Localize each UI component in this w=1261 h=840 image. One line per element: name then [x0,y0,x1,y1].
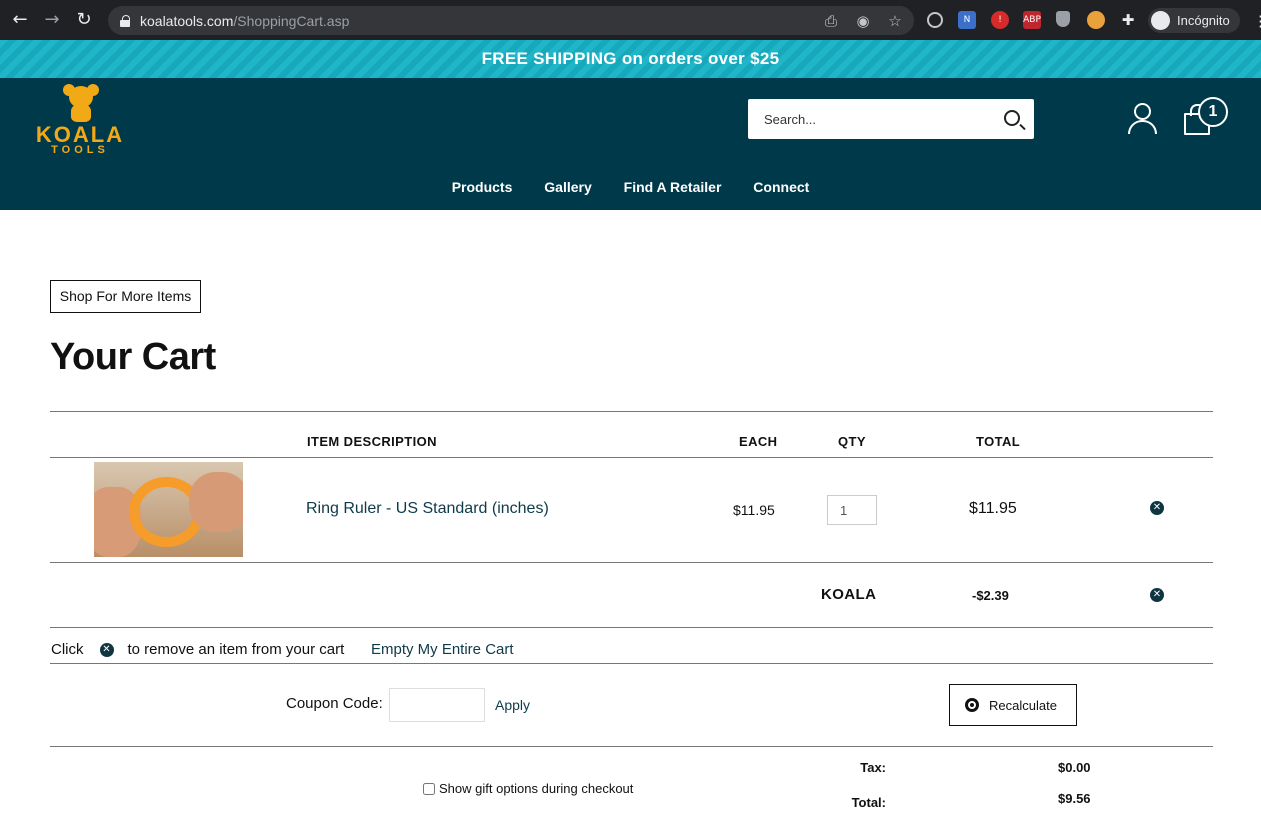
help-prefix: Click [51,641,84,658]
cart-count-badge[interactable]: 1 [1198,97,1228,127]
remove-coupon-icon[interactable]: ✕ [1150,588,1164,602]
coupon-code-input[interactable] [389,688,485,722]
column-header-qty: QTY [838,434,866,449]
nav-products[interactable]: Products [452,179,513,195]
eye-off-icon[interactable]: ◉ [854,12,872,30]
recalculate-label: Recalculate [989,697,1057,713]
translate-icon[interactable]: ⎙ [822,12,840,30]
column-header-description: ITEM DESCRIPTION [307,434,437,449]
lock-icon [120,14,130,27]
page-title: Your Cart [50,336,216,378]
free-shipping-banner: FREE SHIPPING on orders over $25 [0,40,1261,78]
search-input[interactable] [748,99,988,139]
column-header-each: EACH [739,434,778,449]
bookmark-star-icon[interactable]: ☆ [886,12,904,30]
search-icon[interactable] [1004,110,1020,126]
empty-cart-link[interactable]: Empty My Entire Cart [371,641,514,658]
gift-options-label: Show gift options during checkout [439,781,634,796]
remove-item-icon[interactable]: ✕ [1150,501,1164,515]
forward-icon[interactable]: → [40,8,64,32]
coupon-code-label: Coupon Code: [286,695,383,712]
item-unit-price: $11.95 [733,502,775,518]
divider [50,746,1213,747]
incognito-label: Incógnito [1177,13,1230,28]
remove-example-icon: ✕ [99,642,114,657]
extension-news-icon[interactable]: N [958,11,976,29]
help-suffix: to remove an item from your cart [127,641,345,658]
gift-options-option[interactable]: Show gift options during checkout [423,781,633,796]
nav-gallery[interactable]: Gallery [544,179,591,195]
koala-tools-logo[interactable]: KOALA TOOLS [30,84,130,156]
browser-toolbar: ← → ↻ koalatools.com/ShoppingCart.asp ⎙ … [0,0,1261,40]
remove-help-text: Click ✕ to remove an item from your cart [51,641,344,658]
column-header-total: TOTAL [976,434,1021,449]
logo-subword: TOOLS [51,144,109,156]
shop-more-button[interactable]: Shop For More Items [50,280,201,313]
back-icon[interactable]: ← [8,8,32,32]
main-nav: Products Gallery Find A Retailer Connect [0,179,1261,195]
tax-value: $0.00 [1058,760,1091,775]
address-bar[interactable]: koalatools.com/ShoppingCart.asp ⎙ ◉ ☆ [108,6,914,35]
shield-icon[interactable] [1056,11,1070,27]
puzzle-icon[interactable]: ✚ [1119,11,1137,29]
divider [50,457,1213,458]
divider [50,562,1213,563]
quantity-input[interactable] [827,495,877,525]
recalculate-icon [965,698,979,712]
extension-face-icon[interactable] [1087,11,1105,29]
total-label: Total: [851,795,886,810]
divider [50,663,1213,664]
item-name-link[interactable]: Ring Ruler - US Standard (inches) [306,500,549,518]
coupon-discount-amount: -$2.39 [972,588,1009,603]
browser-menu-icon[interactable]: ⋮ [1253,12,1261,30]
search-box [748,99,1034,139]
gift-options-checkbox[interactable] [423,782,435,795]
extension-red-icon[interactable]: ! [991,11,1009,29]
total-value: $9.56 [1058,791,1091,806]
tax-label: Tax: [860,760,886,775]
site-header: KOALA TOOLS 1 Products Gallery Find A Re… [0,78,1261,210]
nav-connect[interactable]: Connect [753,179,809,195]
nav-find-a-retailer[interactable]: Find A Retailer [624,179,722,195]
recalculate-button[interactable]: Recalculate [949,684,1077,726]
url-text: koalatools.com/ShoppingCart.asp [140,12,350,29]
adblock-icon[interactable]: ABP [1023,11,1041,29]
reload-icon[interactable]: ↻ [72,8,96,32]
divider [50,627,1213,628]
item-line-total: $11.95 [969,500,1017,517]
incognito-icon [1151,11,1170,30]
account-icon[interactable] [1126,103,1160,135]
koala-icon [63,84,99,124]
divider [50,411,1213,412]
incognito-badge[interactable]: Incógnito [1148,8,1240,33]
extension-sync-icon[interactable] [927,12,943,28]
apply-coupon-link[interactable]: Apply [495,697,530,713]
applied-coupon-code: KOALA [821,586,877,603]
product-image[interactable] [94,462,243,557]
